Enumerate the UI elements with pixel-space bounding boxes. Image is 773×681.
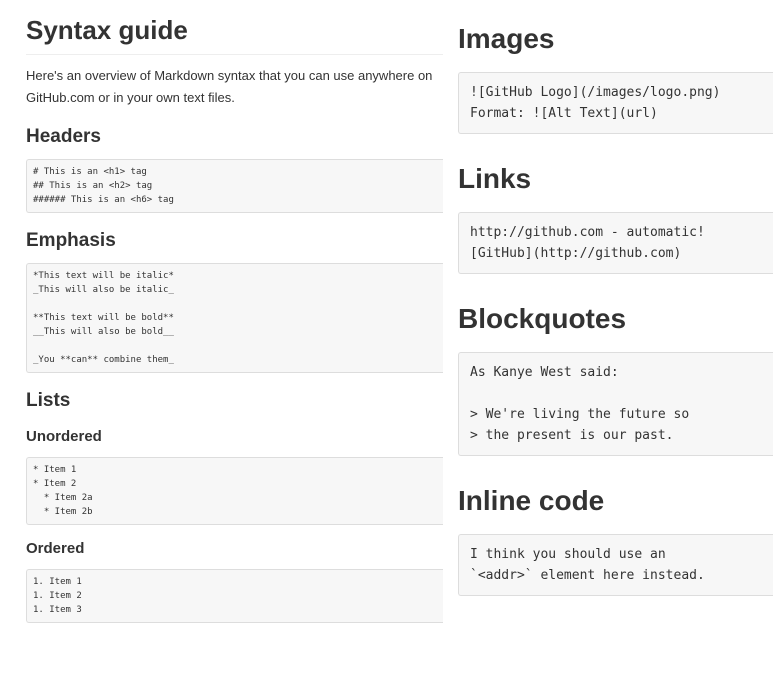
ordered-code-block: 1. Item 1 1. Item 2 1. Item 3 [26,569,443,623]
images-heading: Images [458,23,555,54]
left-column: Syntax guide Here's an overview of Markd… [0,0,443,681]
inline-code-section: Inline code I think you should use an `<… [458,484,773,596]
headers-code-block: # This is an <h1> tag ## This is an <h2>… [26,159,443,213]
links-code-block: http://github.com - automatic! [GitHub](… [458,212,773,274]
blockquotes-code-block: As Kanye West said: > We're living the f… [458,352,773,456]
page-title: Syntax guide [26,14,443,55]
intro-text: Here's an overview of Markdown syntax th… [26,68,433,105]
images-code-block: ![GitHub Logo](/images/logo.png) Format:… [458,72,773,134]
unordered-code-block: * Item 1 * Item 2 * Item 2a * Item 2b [26,457,443,525]
emphasis-heading: Emphasis [26,230,116,251]
lists-heading: Lists [26,390,71,411]
right-column: Images ![GitHub Logo](/images/logo.png) … [443,0,773,681]
images-section: Images ![GitHub Logo](/images/logo.png) … [458,22,773,134]
headers-heading: Headers [26,126,101,147]
blockquotes-section: Blockquotes As Kanye West said: > We're … [458,302,773,456]
links-heading: Links [458,163,532,194]
emphasis-code-block: *This text will be italic* _This will al… [26,263,443,373]
inline-code-block: I think you should use an `<addr>` eleme… [458,534,773,596]
blockquotes-heading: Blockquotes [458,303,627,334]
links-section: Links http://github.com - automatic! [Gi… [458,162,773,274]
ordered-heading: Ordered [26,540,85,557]
inline-code-heading: Inline code [458,485,605,516]
unordered-heading: Unordered [26,428,102,445]
